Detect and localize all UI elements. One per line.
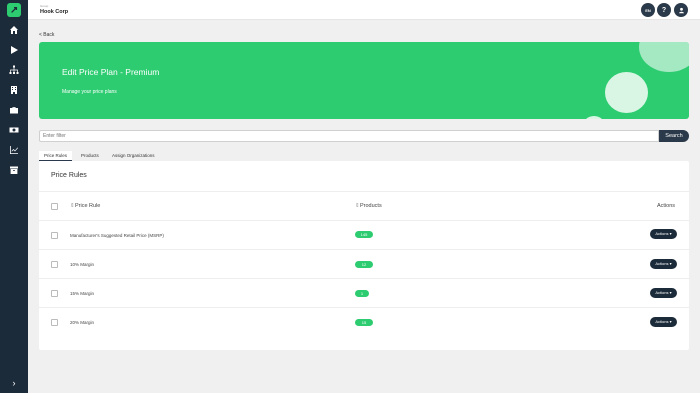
archive-icon[interactable]	[7, 163, 21, 177]
briefcase-icon[interactable]	[7, 103, 21, 117]
user-icon[interactable]	[674, 3, 688, 17]
sort-icon[interactable]: ⇕	[70, 203, 75, 209]
building-icon[interactable]	[7, 83, 21, 97]
page-title: Edit Price Plan - Premium	[62, 67, 160, 77]
help-button[interactable]: ?	[657, 3, 671, 17]
page-subtitle: Manage your price plans	[62, 89, 117, 95]
products-count-badge: 15	[355, 319, 373, 326]
hero-banner: Edit Price Plan - Premium Manage your pr…	[39, 42, 689, 119]
row-checkbox[interactable]	[51, 232, 58, 239]
price-rule-name: 20% Margin	[70, 320, 95, 325]
tab-price-rules[interactable]: Price Rules	[39, 151, 73, 161]
column-header-products[interactable]: Products	[360, 203, 382, 209]
decorative-circle	[605, 72, 648, 113]
back-link[interactable]: < Back	[39, 32, 54, 38]
hierarchy-icon[interactable]	[7, 63, 21, 77]
org-name[interactable]: Hook Corp	[40, 9, 68, 15]
products-count-badge: 1	[355, 290, 369, 297]
row-checkbox[interactable]	[51, 261, 58, 268]
table-row[interactable]: 15% Margin 1 Actions ▾	[39, 279, 689, 308]
home-icon[interactable]	[7, 23, 21, 37]
filter-input[interactable]	[39, 130, 659, 142]
search-button[interactable]: Search	[659, 130, 689, 142]
row-checkbox[interactable]	[51, 319, 58, 326]
chart-icon[interactable]	[7, 143, 21, 157]
actions-dropdown-button[interactable]: Actions ▾	[650, 317, 677, 327]
products-count-badge: 12	[355, 261, 373, 268]
column-header-actions: Actions	[657, 203, 676, 209]
row-checkbox[interactable]	[51, 290, 58, 297]
price-rule-name: Manufacturer's Suggested Retail Price (M…	[70, 233, 164, 238]
tab-assign-organizations[interactable]: Assign Organizations	[112, 151, 155, 161]
select-all-checkbox[interactable]	[51, 203, 58, 210]
decorative-circle	[639, 42, 689, 72]
table-row[interactable]: Manufacturer's Suggested Retail Price (M…	[39, 221, 689, 250]
sort-icon[interactable]: ⇕	[355, 203, 360, 209]
sidebar: ›	[0, 0, 28, 393]
products-count-badge: 145	[355, 231, 373, 238]
play-icon[interactable]	[7, 43, 21, 57]
actions-dropdown-button[interactable]: Actions ▾	[650, 288, 677, 298]
price-rules-card: Price Rules ⇕ Price Rule ⇕ Products Acti…	[39, 161, 689, 350]
tab-products[interactable]: Products	[81, 151, 99, 161]
decorative-circle	[583, 116, 605, 119]
table-header: ⇕ Price Rule ⇕ Products Actions	[39, 191, 689, 221]
price-rule-name: 15% Margin	[70, 291, 95, 296]
column-header-price-rule[interactable]: Price Rule	[75, 203, 100, 209]
actions-dropdown-button[interactable]: Actions ▾	[650, 229, 677, 239]
topbar: Group Hook Corp EN ?	[28, 0, 700, 20]
org-label: Group	[40, 4, 49, 8]
price-rule-name: 10% Margin	[70, 262, 95, 267]
table-row[interactable]: 20% Margin 15 Actions ▾	[39, 308, 689, 337]
money-icon[interactable]	[7, 123, 21, 137]
sidebar-collapse-button[interactable]: ›	[7, 376, 21, 390]
logo-icon[interactable]	[7, 3, 21, 17]
actions-dropdown-button[interactable]: Actions ▾	[650, 259, 677, 269]
table-row[interactable]: 10% Margin 12 Actions ▾	[39, 250, 689, 279]
card-title: Price Rules	[51, 172, 87, 179]
language-button[interactable]: EN	[641, 3, 655, 17]
